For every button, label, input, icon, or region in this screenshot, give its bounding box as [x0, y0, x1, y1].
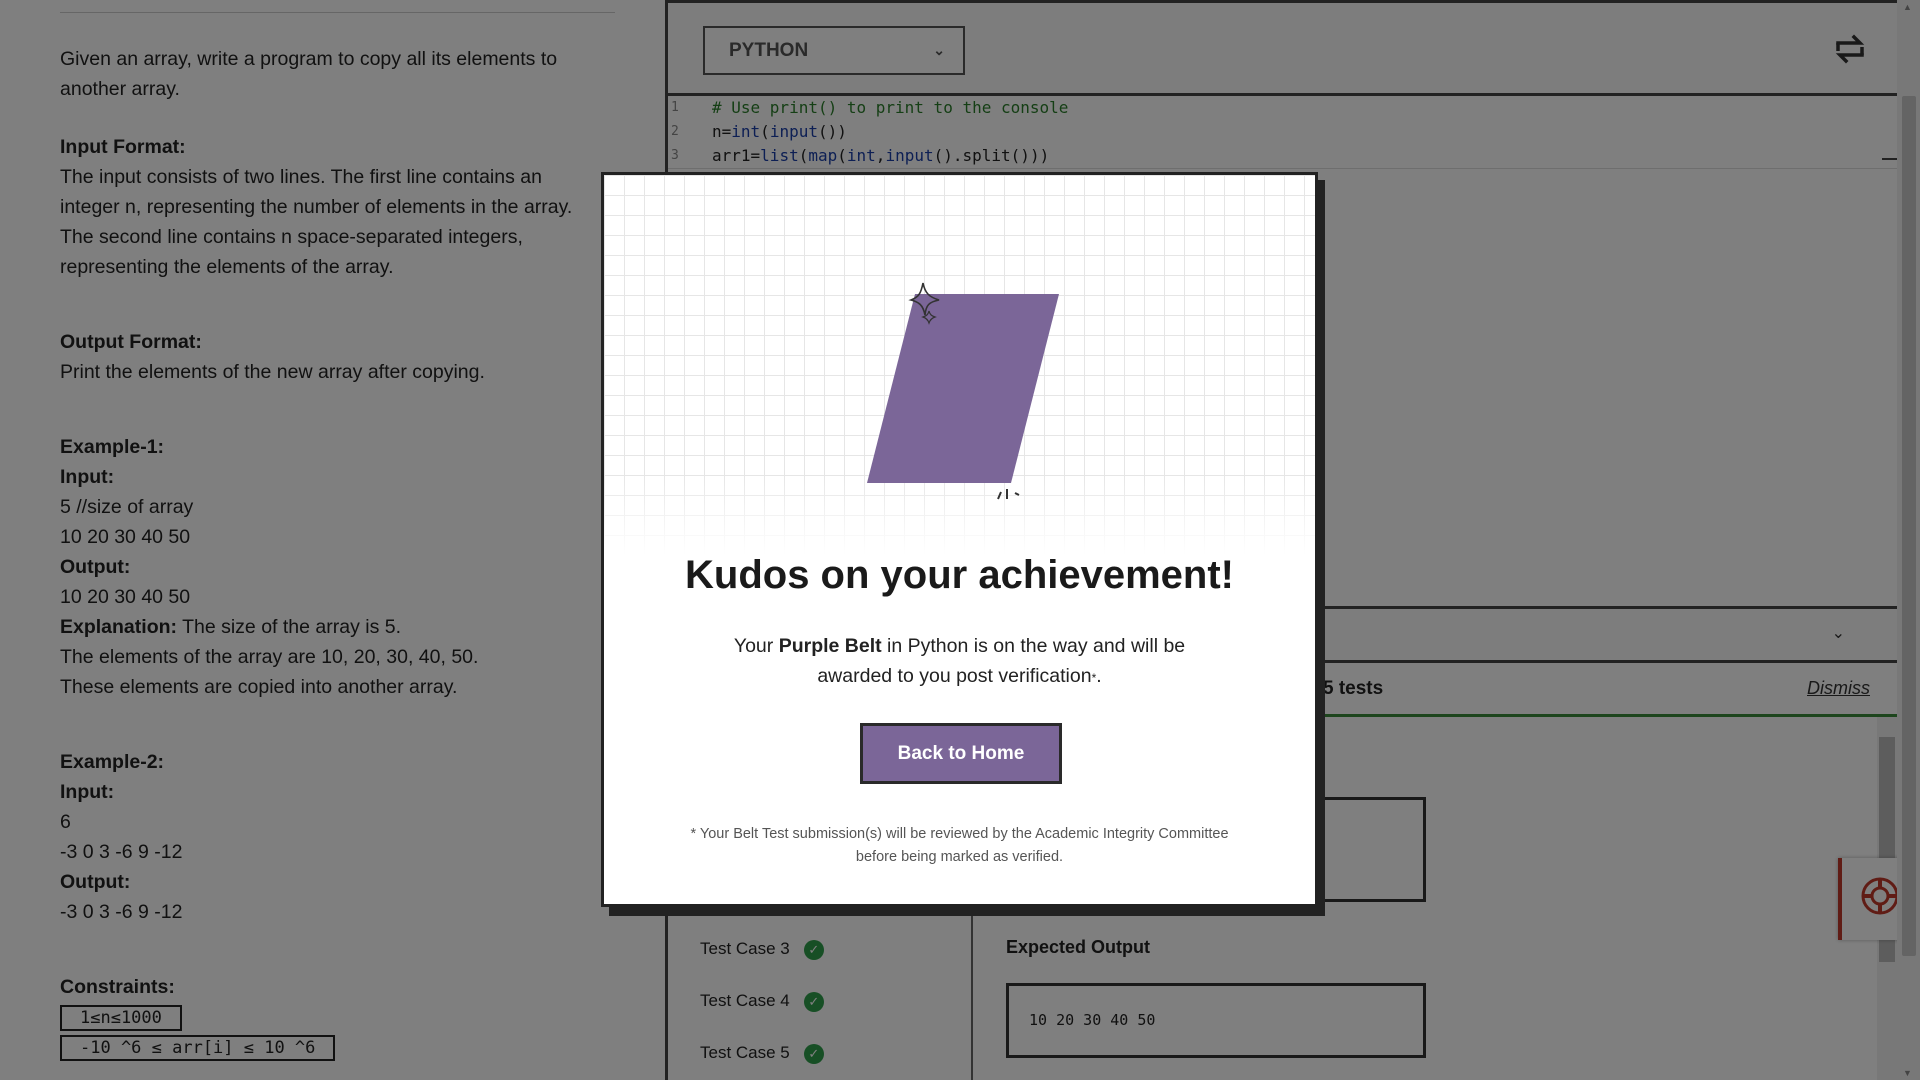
modal-title: Kudos on your achievement!: [685, 553, 1234, 597]
verification-footnote: * Your Belt Test submission(s) will be r…: [664, 823, 1255, 869]
belt-shape: [867, 294, 1059, 483]
back-to-home-button[interactable]: Back to Home: [860, 723, 1062, 784]
belt-name: Purple Belt: [778, 635, 882, 657]
footnote-line: * Your Belt Test submission(s) will be r…: [690, 826, 1229, 842]
message-text: .: [1096, 665, 1102, 687]
purple-belt-illustration: [867, 282, 1059, 500]
sparkle-icon: [997, 489, 1020, 500]
achievement-modal: Kudos on your achievement! Your Purple B…: [601, 172, 1318, 907]
message-text: Your: [733, 635, 779, 657]
modal-message: Your Purple Belt in Python is on the way…: [714, 631, 1205, 693]
footnote-line: before being marked as verified.: [855, 849, 1064, 865]
